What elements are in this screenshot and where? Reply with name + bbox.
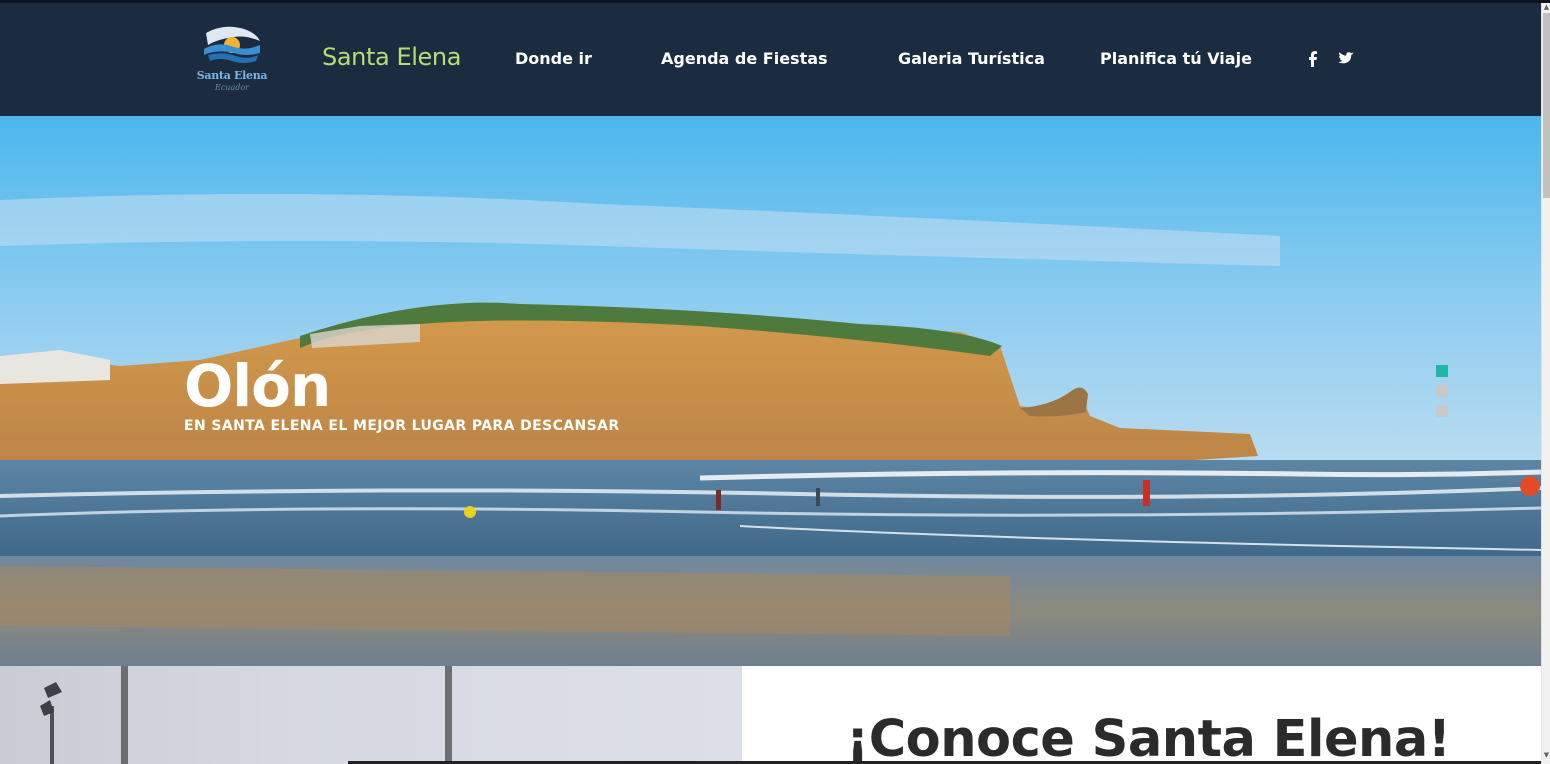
section-image (0, 666, 742, 764)
hero-title: Olón (184, 352, 331, 420)
scroll-down-icon[interactable]: ▼ (1542, 751, 1550, 760)
nav-agenda-de-fiestas[interactable]: Agenda de Fiestas (661, 49, 828, 68)
twitter-icon[interactable] (1336, 49, 1356, 69)
slider-dot-1[interactable] (1436, 365, 1448, 377)
logo-wave-icon (204, 26, 260, 63)
page-scrollbar[interactable]: ▲ ▼ (1541, 3, 1550, 764)
site-logo[interactable]: Santa Elena Ecuador (196, 23, 268, 99)
facebook-icon[interactable] (1303, 49, 1323, 69)
brand-name[interactable]: Santa Elena (322, 43, 461, 71)
section-title: ¡Conoce Santa Elena! (846, 710, 1451, 764)
nav-galeria-turistica[interactable]: Galeria Turística (898, 49, 1045, 68)
logo-subtext: Ecuador (214, 83, 249, 92)
nav-donde-ir[interactable]: Donde ir (515, 49, 592, 68)
navbar: Santa Elena Ecuador Santa Elena Donde ir… (0, 3, 1541, 116)
logo-text: Santa Elena (196, 69, 268, 82)
hero-slider[interactable]: Olón EN SANTA ELENA EL MEJOR LUGAR PARA … (0, 116, 1541, 666)
scrollbar-thumb[interactable] (1543, 13, 1550, 198)
nav-planifica-tu-viaje[interactable]: Planifica tú Viaje (1100, 49, 1252, 68)
scroll-up-icon[interactable]: ▲ (1542, 3, 1550, 12)
slider-dot-2[interactable] (1436, 385, 1448, 397)
slider-dot-3[interactable] (1436, 405, 1448, 417)
hero-subtitle: EN SANTA ELENA EL MEJOR LUGAR PARA DESCA… (184, 418, 620, 434)
intro-section: ¡Conoce Santa Elena! (742, 666, 1541, 764)
